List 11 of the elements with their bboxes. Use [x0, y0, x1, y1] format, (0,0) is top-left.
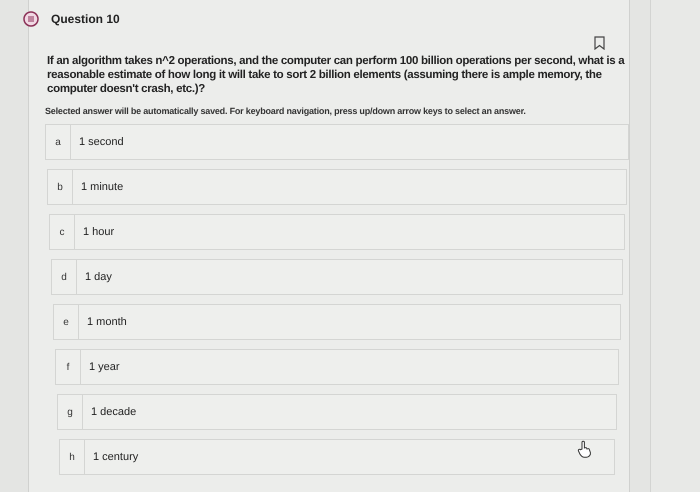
- answer-option[interactable]: h 1 century: [59, 439, 615, 475]
- instruction-text: Selected answer will be automatically saved. For keyboard navigation, press up/down arrow keys to select an answer.: [45, 106, 527, 116]
- answer-option[interactable]: a 1 second: [45, 124, 629, 160]
- answer-option[interactable]: g 1 decade: [57, 394, 617, 430]
- answer-option[interactable]: e 1 month: [53, 304, 621, 340]
- answer-option[interactable]: c 1 hour: [49, 214, 625, 250]
- answer-option[interactable]: f 1 year: [55, 349, 619, 385]
- question-title: Question 10: [51, 12, 120, 26]
- answer-option[interactable]: b 1 minute: [47, 169, 627, 205]
- answer-option[interactable]: d 1 day: [51, 259, 623, 295]
- question-text: If an algorithm takes n^2 operations, and the computer can perform 100 billion operations per second, what is a reasonable estimate of how long it will take to sort 2 billion elements (assuming there is ample memory, the computer doesn't crash, etc.)?: [47, 54, 626, 96]
